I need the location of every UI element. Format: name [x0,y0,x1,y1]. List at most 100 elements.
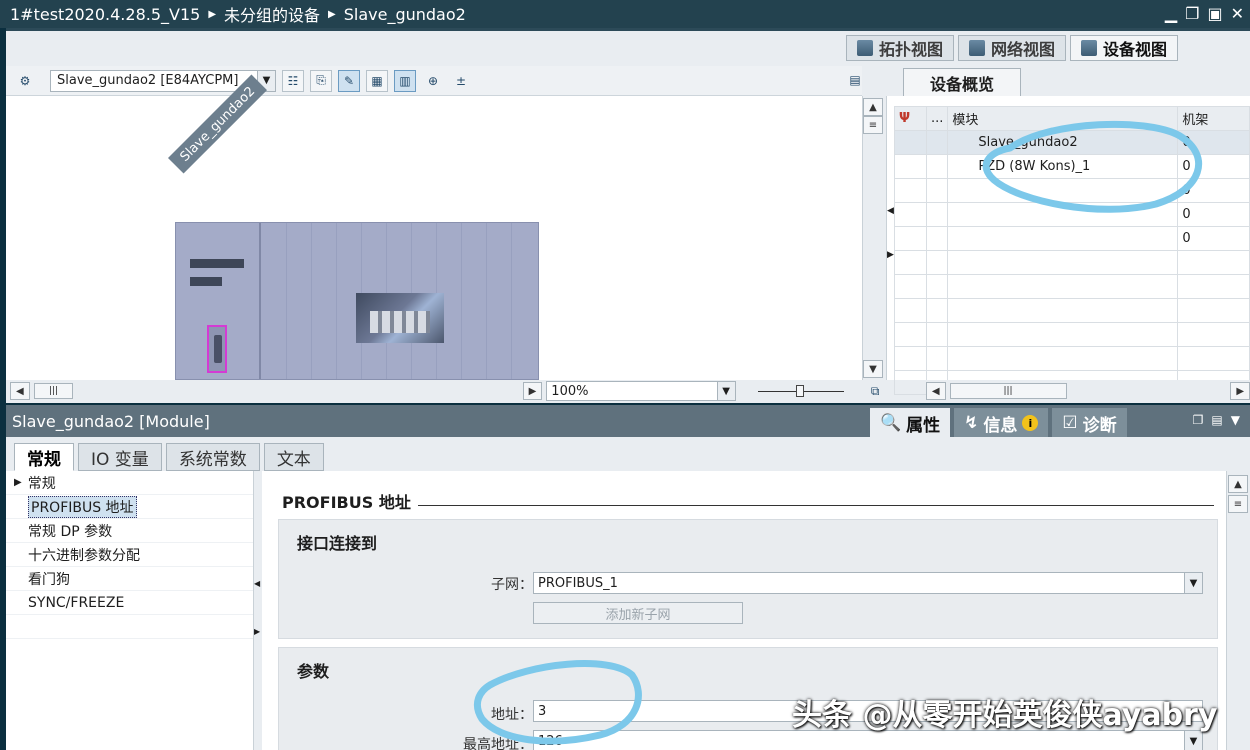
tab-io-tags[interactable]: IO 变量 [78,443,162,471]
zoom-select[interactable]: 100% ▼ [546,381,736,401]
scroll-track[interactable] [77,383,518,399]
device-toolbar: ⚙ Slave_gundao2 [E84AYCPM] ▼ ☷ ⎘ ✎ ▦ ▥ ⊕… [6,66,862,96]
nav-profibus-address[interactable]: PROFIBUS 地址 [6,495,253,519]
download-icon[interactable]: ± [450,70,472,92]
zoom-icon[interactable]: ⊕ [422,70,444,92]
network-tree-icon[interactable]: ⚙ [14,70,36,92]
maximize-icon[interactable]: ▣ [1207,4,1222,23]
info-icon: ↯ [964,413,979,433]
collapse-left-icon[interactable]: ◀ [887,206,894,216]
project-name[interactable]: 1#test2020.4.28.5_V15 [10,5,200,24]
table-row[interactable] [894,322,1250,347]
tab-info[interactable]: ↯ 信息 i [954,408,1049,438]
tab-device-view[interactable]: 设备视图 [1070,35,1179,61]
more-cell [925,202,949,227]
table-icon[interactable]: ▥ [394,69,416,92]
table-row[interactable]: Slave_gundao2 0 [894,130,1250,155]
content-vertical-scrollbar[interactable]: ▲ ≡ [1226,471,1250,750]
scroll-thumb[interactable]: ||| [949,383,1067,399]
chevron-right-icon[interactable]: ▶ [522,382,543,400]
expand-arrow-icon[interactable]: ▶ [14,477,22,488]
expand-right-icon[interactable]: ▶ [254,627,260,636]
group-name[interactable]: 未分组的设备 [224,2,320,26]
zoom-slider-knob[interactable] [795,385,804,397]
zoom-slider[interactable] [757,384,844,398]
chevron-down-icon[interactable]: ▼ [863,360,883,378]
rack-cell [1177,274,1250,299]
tab-label: 诊断 [1082,415,1117,436]
status-cell [894,274,927,299]
chevron-right-icon[interactable]: ▶ [1230,382,1250,400]
nav-general[interactable]: ▶ 常规 [6,471,253,495]
table-row[interactable] [894,250,1250,275]
module-cell [947,298,1179,323]
table-row[interactable] [894,298,1250,323]
module-cell: PZD (8W Kons)_1 [947,154,1179,179]
chevron-left-icon[interactable]: ◀ [926,382,946,400]
draw-icon[interactable]: ✎ [338,69,360,92]
profibus-port[interactable] [207,325,227,373]
restore-icon[interactable]: ❐ [1185,4,1199,23]
fit-view-icon[interactable]: ⧉ [864,380,886,402]
property-tabs: 常规 IO 变量 系统常数 文本 [14,443,324,471]
overview-bottom-bar: ◀ ||| ▶ [926,380,1250,402]
inspector-title-bar: Slave_gundao2 [Module] 🔍 属性 ↯ 信息 i ☑ 诊断 … [6,405,1250,438]
tab-texts[interactable]: 文本 [263,443,324,471]
grid-icon[interactable]: ▦ [366,69,388,92]
subnet-select[interactable]: PROFIBUS_1 ▼ [533,572,1203,594]
nav-general-dp-params[interactable]: 常规 DP 参数 [6,519,253,543]
properties-icon[interactable]: ☷ [282,69,304,92]
collapse-down-icon[interactable]: ▼ [1231,413,1240,427]
status-cell [894,370,927,395]
chevron-down-icon[interactable]: ▼ [716,382,735,400]
add-subnet-button[interactable]: 添加新子网 [533,602,743,624]
canvas-vertical-scrollbar[interactable]: ▲ ≡ ▼ [862,96,884,380]
tab-diagnostics[interactable]: ☑ 诊断 [1052,408,1127,438]
nav-sync-freeze[interactable]: SYNC/FREEZE [6,591,253,615]
column-rack[interactable]: 机架 [1177,106,1250,131]
tab-device-overview[interactable]: 设备概览 [903,68,1021,96]
tab-network-view[interactable]: 网络视图 [958,35,1067,61]
rack-cell [1177,298,1250,323]
tab-system-constants[interactable]: 系统常数 [165,443,260,471]
dock-icon[interactable]: ▤ [1211,413,1222,427]
chevron-up-icon[interactable]: ▲ [863,98,883,116]
column-module[interactable]: 模块 [947,106,1179,131]
scroll-thumb[interactable]: ||| [33,383,74,399]
chevron-left-icon[interactable]: ◀ [10,382,30,400]
minimize-icon[interactable]: ▁ [1165,4,1177,23]
rack-cell [1177,346,1250,371]
column-more[interactable]: ... [925,106,949,131]
scroll-grip-icon[interactable]: ≡ [1228,495,1248,513]
chevron-down-icon[interactable]: ▼ [1184,573,1202,593]
subnet-value: PROFIBUS_1 [538,575,618,591]
tab-general[interactable]: 常规 [14,443,74,471]
table-row[interactable] [894,346,1250,371]
section-title: PROFIBUS 地址 [282,493,411,512]
device-module[interactable] [175,222,539,380]
table-row[interactable]: 0 [894,178,1250,203]
diagnostics-icon[interactable]: Ψ [894,106,927,131]
expand-right-icon[interactable]: ▶ [887,250,894,260]
float-window-icon[interactable]: ❐ [1193,413,1204,427]
scroll-grip-icon[interactable]: ≡ [863,116,883,134]
table-row[interactable] [894,274,1250,299]
nav-watchdog[interactable]: 看门狗 [6,567,253,591]
nav-hex-params[interactable]: 十六进制参数分配 [6,543,253,567]
tab-properties[interactable]: 🔍 属性 [870,408,951,438]
tab-label: 设备视图 [1103,40,1168,59]
more-cell [925,226,949,251]
table-row[interactable]: 0 [894,226,1250,251]
collapse-left-icon[interactable]: ◀ [254,579,260,588]
tab-topology-view[interactable]: 拓扑视图 [846,35,955,61]
close-icon[interactable]: ✕ [1231,4,1244,23]
device-overview-table: Ψ ... 模块 机架 Slave_gundao2 0 PZD (8W Kons)_… [894,106,1250,395]
name-icon[interactable]: ⎘ [310,69,332,92]
chevron-up-icon[interactable]: ▲ [1228,475,1248,493]
table-row[interactable]: 0 [894,202,1250,227]
device-name[interactable]: Slave_gundao2 [344,5,466,24]
table-row[interactable]: PZD (8W Kons)_1 0 [894,154,1250,179]
overview-toggle-icon[interactable]: ▤ [844,69,866,91]
nav-splitter[interactable]: ◀ ▶ [254,471,262,750]
status-cell [894,322,927,347]
